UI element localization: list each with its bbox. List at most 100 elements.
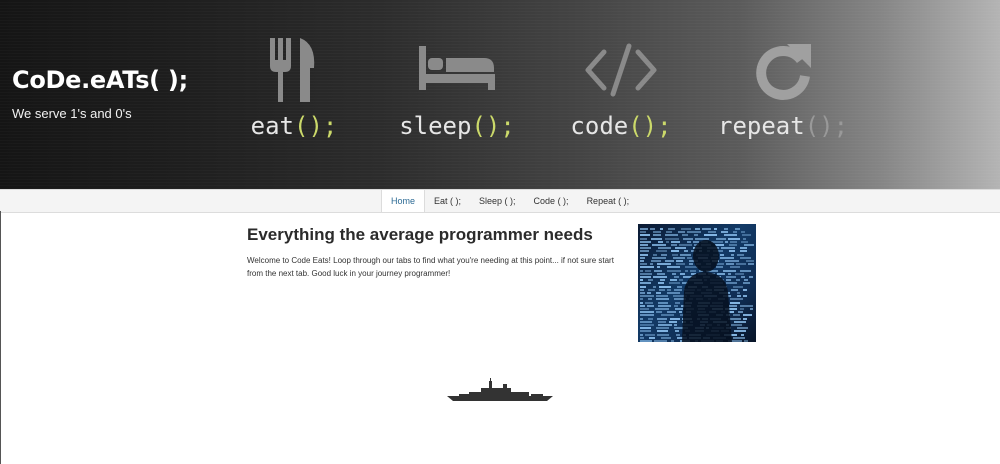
code-text-line bbox=[650, 228, 655, 230]
code-text-line bbox=[640, 234, 650, 237]
code-text-line bbox=[742, 234, 751, 237]
code-text-line bbox=[645, 301, 653, 304]
person-silhouette bbox=[682, 240, 732, 342]
code-text-line bbox=[740, 247, 747, 250]
code-text-line bbox=[640, 228, 648, 230]
code-text-line bbox=[741, 240, 748, 243]
code-text-line bbox=[653, 234, 661, 237]
code-text-line bbox=[651, 237, 662, 240]
code-text-line bbox=[640, 263, 647, 266]
code-text-line bbox=[741, 276, 745, 278]
routine-paren: (); bbox=[294, 112, 338, 140]
code-text-line bbox=[653, 285, 656, 288]
code-text-line bbox=[640, 317, 643, 320]
routine-paren: (); bbox=[804, 112, 849, 140]
code-text-line bbox=[640, 308, 649, 310]
code-text-line bbox=[749, 276, 753, 278]
code-text-line bbox=[748, 263, 754, 266]
code-text-line bbox=[658, 320, 666, 323]
code-text-line bbox=[666, 231, 672, 234]
code-text-line bbox=[714, 228, 717, 230]
code-text-line bbox=[744, 340, 748, 342]
code-text-line bbox=[640, 298, 643, 301]
code-text-line bbox=[653, 253, 657, 256]
code-text-line bbox=[653, 276, 667, 278]
code-text-line bbox=[640, 269, 643, 272]
code-text-line bbox=[661, 253, 667, 256]
code-text-line bbox=[702, 228, 711, 230]
code-text-line bbox=[668, 228, 675, 230]
code-text-line bbox=[656, 295, 668, 298]
code-text-line bbox=[648, 288, 655, 291]
code-text-line bbox=[653, 231, 661, 234]
code-text-line bbox=[640, 266, 654, 269]
code-text-line bbox=[640, 292, 645, 294]
routine-repeat: repeat(); bbox=[718, 0, 848, 189]
code-text-line bbox=[743, 314, 752, 317]
fork-knife-icon bbox=[270, 38, 315, 102]
code-text-line bbox=[657, 266, 660, 269]
code-text-line bbox=[640, 260, 644, 262]
tab-home[interactable]: Home bbox=[381, 190, 426, 212]
code-text-line bbox=[708, 231, 716, 234]
code-text-line bbox=[640, 272, 652, 275]
code-text-line bbox=[648, 317, 653, 320]
code-text-line bbox=[640, 240, 651, 243]
code-text-line bbox=[651, 260, 661, 262]
code-text-line bbox=[659, 288, 665, 291]
code-text-line bbox=[743, 288, 747, 291]
code-text-line bbox=[740, 304, 753, 307]
code-text-line bbox=[750, 308, 753, 310]
code-text-line bbox=[656, 292, 661, 294]
code-text-line bbox=[656, 250, 667, 253]
code-text-line bbox=[640, 279, 643, 282]
intro-text: Welcome to Code Eats! Loop through our t… bbox=[247, 256, 614, 278]
code-text-line bbox=[640, 340, 652, 342]
code-text-line bbox=[640, 304, 645, 307]
code-text-line bbox=[648, 298, 652, 301]
code-text-line bbox=[695, 228, 700, 230]
tab-repeat[interactable]: Repeat ( ); bbox=[578, 190, 639, 212]
code-text-line bbox=[743, 295, 747, 298]
code-text-line bbox=[640, 237, 647, 240]
code-text-line bbox=[640, 333, 643, 336]
tab-code[interactable]: Code ( ); bbox=[525, 190, 578, 212]
code-text-line bbox=[640, 247, 651, 250]
code-text-line bbox=[640, 320, 652, 323]
code-text-line bbox=[740, 269, 751, 272]
site-tagline: We serve 1's and 0's bbox=[12, 106, 132, 121]
code-text-line bbox=[640, 336, 644, 339]
code-text-line bbox=[652, 244, 666, 246]
code-text-line bbox=[640, 311, 654, 314]
code-text-line bbox=[645, 269, 651, 272]
tab-eat[interactable]: Eat ( ); bbox=[425, 190, 470, 212]
code-text-line bbox=[687, 231, 701, 234]
code-text-line bbox=[647, 292, 651, 294]
tab-sleep[interactable]: Sleep ( ); bbox=[470, 190, 525, 212]
code-text-line bbox=[744, 279, 748, 282]
code-text-line bbox=[743, 317, 747, 320]
code-text-line bbox=[658, 282, 664, 285]
code-text-line bbox=[647, 304, 654, 307]
routine-sleep: sleep(); bbox=[392, 0, 522, 189]
code-text-line bbox=[657, 272, 665, 275]
code-text-line bbox=[640, 301, 643, 304]
code-text-line bbox=[743, 282, 750, 285]
routine-word: repeat bbox=[718, 112, 805, 140]
code-text-line bbox=[660, 228, 663, 230]
routine-word: code bbox=[570, 112, 629, 140]
code-text-line bbox=[657, 330, 668, 333]
code-text-line bbox=[657, 317, 667, 320]
nav-tabs: Home Eat ( ); Sleep ( ); Code ( ); Repea… bbox=[381, 190, 638, 212]
code-text-line bbox=[741, 231, 745, 234]
code-text-line bbox=[649, 336, 655, 339]
code-text-line bbox=[738, 311, 743, 314]
programmer-code-photo bbox=[638, 224, 756, 342]
code-text-line bbox=[724, 228, 728, 230]
code-text-line bbox=[655, 308, 669, 310]
code-text-line bbox=[640, 285, 646, 288]
code-brackets-icon bbox=[585, 43, 657, 97]
code-text-line bbox=[640, 250, 649, 253]
code-text-line bbox=[658, 240, 663, 243]
site-title: CoDe.eATs( ); bbox=[12, 66, 188, 94]
